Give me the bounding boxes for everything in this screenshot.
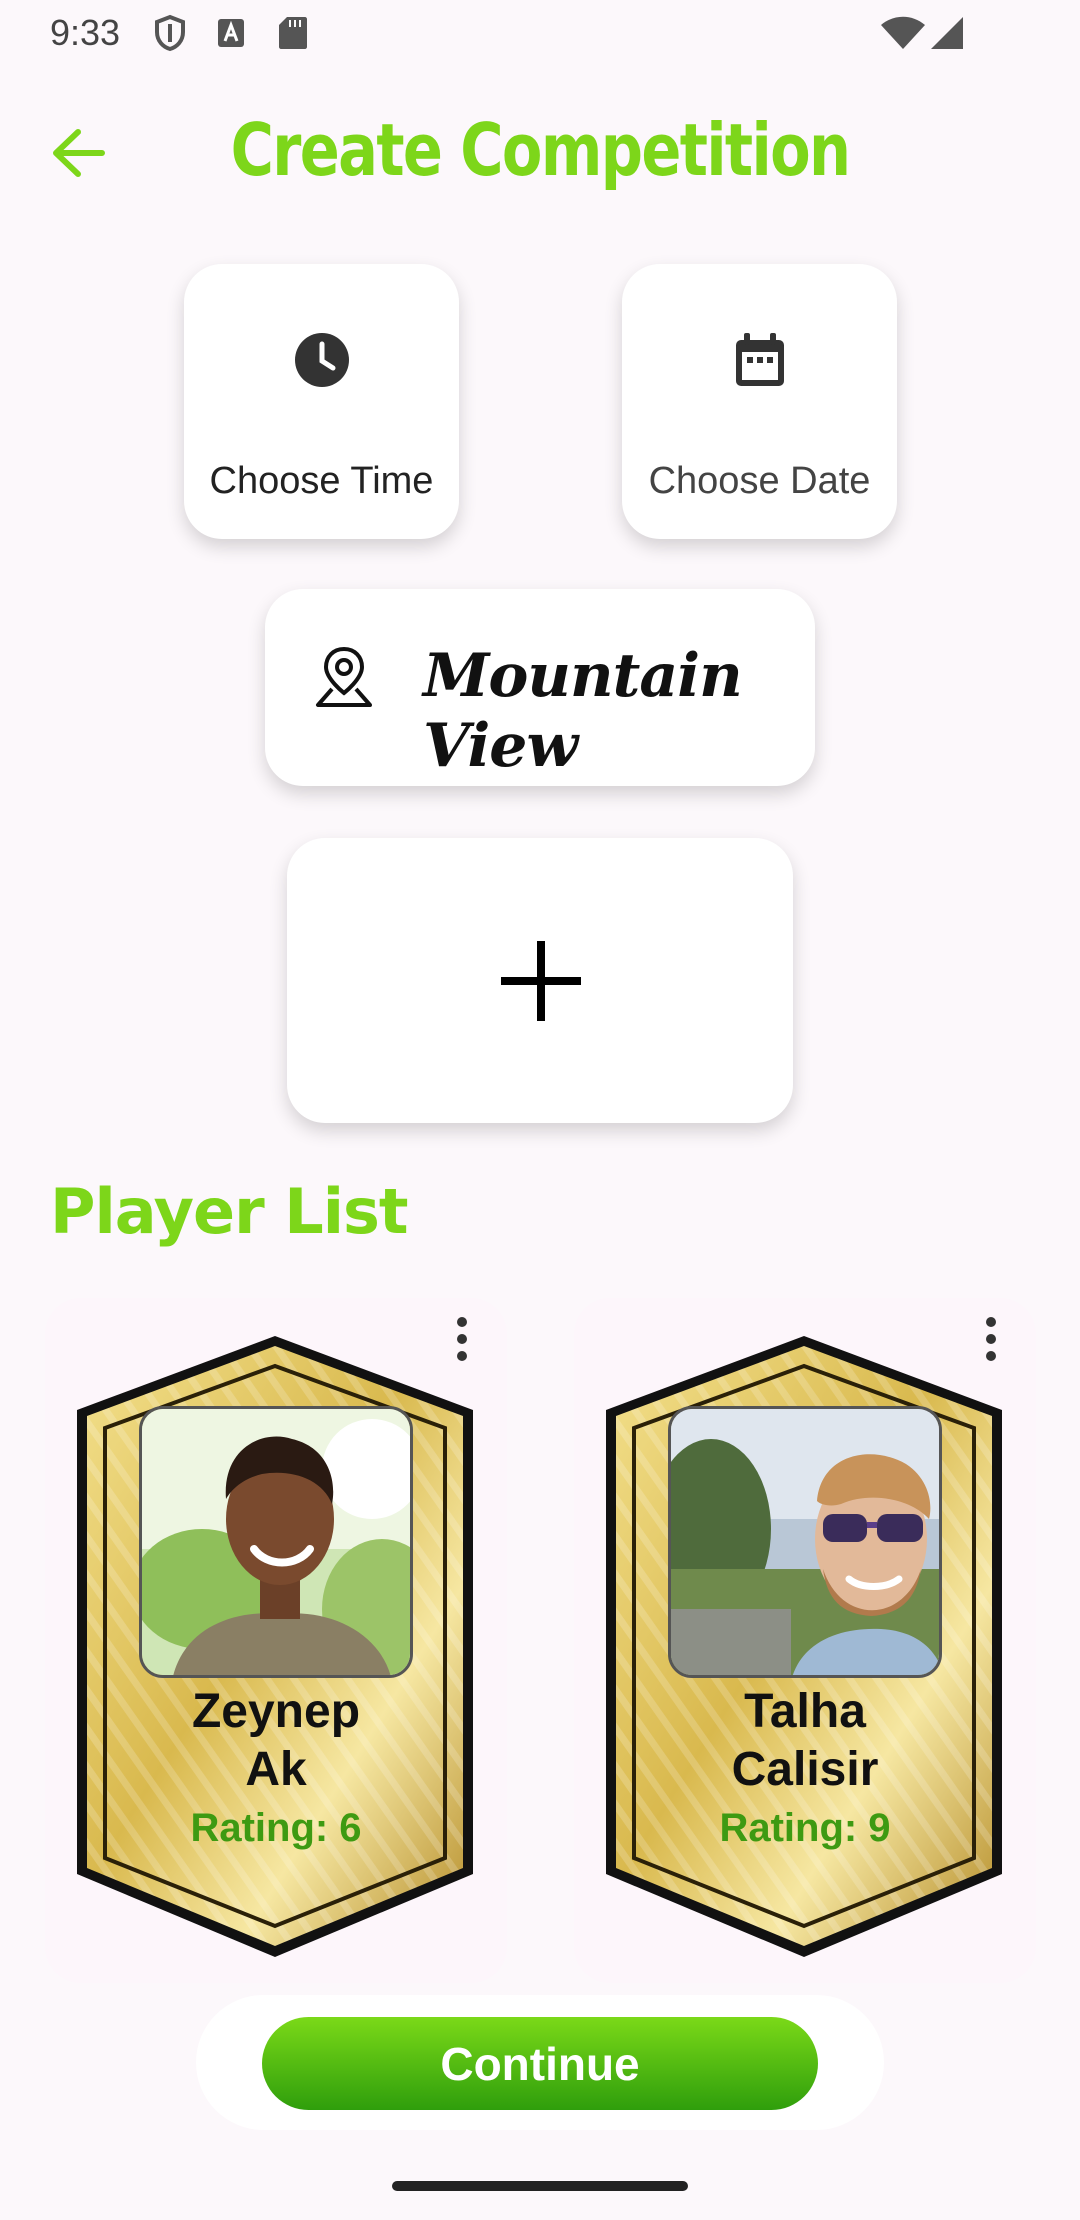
shield-icon — [155, 14, 185, 52]
status-time: 9:33 — [50, 12, 121, 53]
continue-button[interactable]: Continue — [262, 2017, 818, 2110]
player-list-title: Player List — [50, 1175, 409, 1248]
home-indicator[interactable] — [392, 2181, 688, 2191]
page-title: Create Competition — [230, 108, 851, 192]
player-name-first: Talha — [744, 1685, 866, 1738]
wifi-icon — [881, 16, 925, 49]
player-name-last: Ak — [245, 1743, 307, 1796]
choose-time-label: Choose Time — [209, 460, 434, 502]
choose-date-button[interactable]: Choose Date — [622, 264, 897, 539]
choose-date-label: Choose Date — [648, 460, 871, 502]
cell-signal-icon — [931, 17, 963, 49]
player-card[interactable]: Zeynep Ak Rating: 6 — [45, 1298, 507, 1983]
add-player-button[interactable] — [287, 838, 793, 1123]
player-name: Talha Calisir — [614, 1683, 996, 1799]
player-name-last: Calisir — [731, 1743, 879, 1796]
status-bar: 9:33 — [0, 0, 1080, 66]
avatar — [139, 1406, 413, 1678]
location-button[interactable]: Mountain View — [265, 589, 815, 786]
player-name: Zeynep Ak — [85, 1683, 467, 1799]
player-rating: Rating: 6 — [190, 1806, 362, 1850]
sd-card-icon — [279, 17, 307, 49]
location-name: Mountain View — [423, 641, 743, 781]
text-a-icon — [218, 19, 244, 47]
choose-time-button[interactable]: Choose Time — [184, 264, 459, 539]
avatar — [668, 1406, 942, 1678]
plus-icon — [501, 941, 581, 1021]
calendar-icon — [735, 333, 784, 386]
player-rating: Rating: 9 — [719, 1806, 891, 1850]
player-card[interactable]: Talha Calisir Rating: 9 — [574, 1298, 1036, 1983]
player-name-first: Zeynep — [191, 1685, 361, 1738]
clock-icon — [294, 333, 349, 387]
map-pin-icon — [316, 646, 372, 707]
